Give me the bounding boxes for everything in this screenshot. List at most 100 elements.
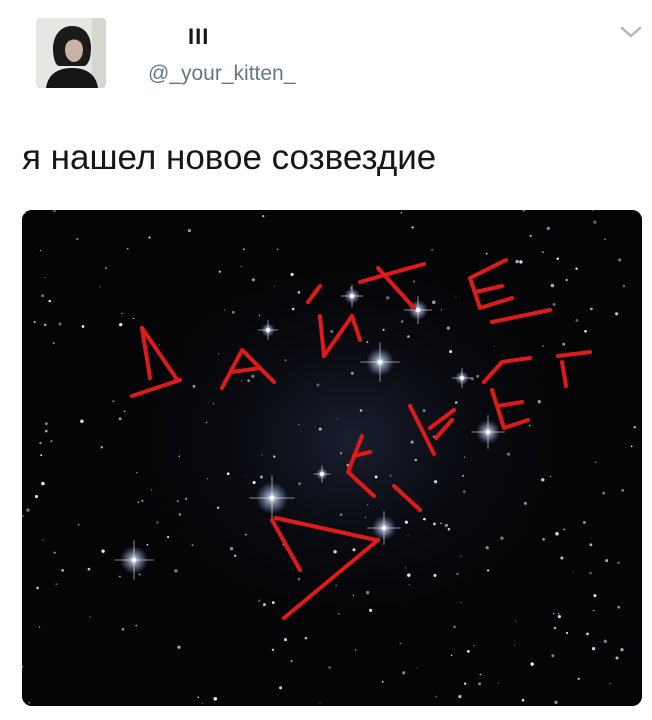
star bbox=[551, 654, 555, 658]
star bbox=[121, 312, 123, 315]
star bbox=[261, 454, 263, 456]
star bbox=[404, 520, 408, 524]
star bbox=[463, 682, 467, 685]
star bbox=[44, 276, 46, 278]
star bbox=[552, 302, 556, 306]
star bbox=[138, 573, 141, 576]
star bbox=[34, 494, 39, 499]
star bbox=[476, 374, 480, 378]
star bbox=[621, 489, 624, 492]
star bbox=[22, 515, 24, 517]
star bbox=[573, 571, 575, 573]
star bbox=[432, 300, 436, 304]
star bbox=[38, 626, 41, 628]
star bbox=[81, 325, 85, 328]
star bbox=[89, 616, 91, 618]
star bbox=[271, 648, 275, 652]
tweet-menu-button[interactable] bbox=[618, 22, 644, 42]
star bbox=[506, 452, 511, 456]
star bbox=[450, 654, 453, 657]
star bbox=[55, 583, 58, 586]
star bbox=[257, 599, 261, 602]
author-display-name[interactable]: III bbox=[188, 24, 209, 50]
star bbox=[462, 490, 466, 493]
star bbox=[297, 291, 301, 294]
star bbox=[402, 671, 406, 675]
star bbox=[557, 615, 561, 619]
star bbox=[336, 418, 339, 420]
star bbox=[500, 536, 504, 540]
star bbox=[523, 501, 527, 505]
star bbox=[528, 424, 531, 427]
star bbox=[339, 513, 343, 516]
star bbox=[167, 536, 170, 539]
star bbox=[449, 350, 453, 354]
star bbox=[549, 476, 551, 478]
star bbox=[273, 455, 276, 458]
star bbox=[365, 590, 370, 595]
star bbox=[141, 499, 144, 502]
star bbox=[335, 584, 338, 587]
star bbox=[605, 559, 609, 563]
star bbox=[148, 236, 151, 239]
star bbox=[366, 341, 369, 344]
star bbox=[126, 247, 129, 250]
star bbox=[262, 603, 266, 607]
star bbox=[229, 547, 234, 551]
star bbox=[381, 680, 384, 683]
star bbox=[562, 342, 566, 346]
star bbox=[618, 258, 622, 262]
star bbox=[575, 267, 578, 270]
starfield-constellation-image bbox=[22, 210, 642, 706]
star bbox=[473, 644, 475, 646]
star bbox=[382, 328, 385, 331]
avatar[interactable] bbox=[36, 18, 106, 88]
star bbox=[206, 477, 209, 480]
star bbox=[53, 551, 56, 554]
star bbox=[408, 584, 410, 586]
star bbox=[431, 248, 434, 252]
star bbox=[519, 260, 523, 264]
star bbox=[497, 682, 499, 684]
star bbox=[118, 575, 121, 578]
star bbox=[240, 380, 243, 382]
star bbox=[542, 251, 544, 254]
star bbox=[185, 497, 188, 500]
star bbox=[123, 410, 126, 413]
star bbox=[440, 522, 442, 524]
star bbox=[298, 482, 301, 485]
star bbox=[291, 307, 295, 311]
star bbox=[121, 627, 125, 631]
star bbox=[541, 478, 545, 482]
star bbox=[283, 638, 288, 642]
author-handle[interactable]: @_your_kitten_ bbox=[148, 62, 295, 86]
star bbox=[146, 543, 149, 546]
star bbox=[444, 523, 448, 527]
star bbox=[456, 572, 459, 576]
star bbox=[556, 257, 559, 260]
star bbox=[41, 481, 45, 486]
star bbox=[565, 631, 569, 635]
star bbox=[316, 383, 320, 387]
star bbox=[187, 229, 191, 233]
star bbox=[33, 320, 36, 324]
star bbox=[276, 248, 279, 251]
tweet-text: я нашел новое созвездие bbox=[22, 138, 437, 177]
star bbox=[404, 567, 407, 569]
star bbox=[201, 702, 203, 704]
star bbox=[617, 561, 620, 565]
star bbox=[514, 620, 516, 622]
tweet-media-image[interactable] bbox=[22, 210, 642, 706]
star bbox=[191, 544, 194, 547]
star bbox=[368, 608, 373, 613]
star bbox=[411, 226, 414, 229]
star bbox=[218, 353, 220, 355]
star bbox=[515, 259, 519, 264]
star bbox=[318, 427, 322, 431]
star bbox=[77, 523, 80, 526]
star bbox=[563, 528, 566, 531]
star bbox=[340, 452, 342, 455]
star bbox=[604, 238, 606, 241]
star bbox=[216, 506, 220, 509]
star bbox=[615, 312, 619, 316]
